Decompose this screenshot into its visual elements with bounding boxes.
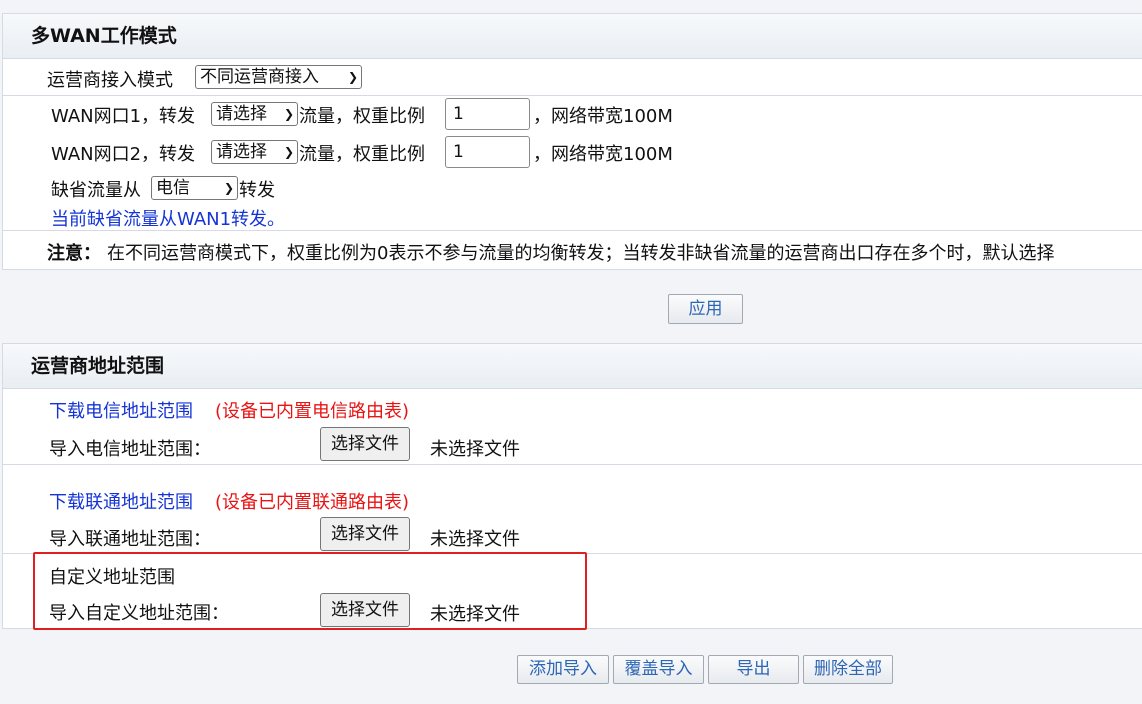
chevron-down-icon: ❯ [283,107,294,121]
wan1-mid: 流量，权重比例 [299,106,425,127]
note-label: 注意： [47,243,101,264]
overwrite-import-button[interactable]: 覆盖导入 [613,655,704,684]
add-import-button[interactable]: 添加导入 [517,655,609,684]
access-mode-select[interactable]: 不同运营商接入 ❯ [195,65,362,89]
wan1-suffix: ，网络带宽100M [533,106,673,127]
wan2-prefix: WAN网口2，转发 [51,144,196,165]
delete-all-button[interactable]: 删除全部 [803,655,893,684]
highlight-frame [33,552,587,630]
unicom-no-file-text: 未选择文件 [430,529,520,550]
wan-mode-panel: 多WAN工作模式 运营商接入模式 不同运营商接入 ❯ WAN网口1，转发 请选择… [2,13,1142,270]
telecom-choose-file-button[interactable]: 选择文件 [320,427,410,461]
wan1-traffic-value: 请选择 [216,104,267,124]
access-mode-label: 运营商接入模式 [47,70,173,91]
wan2-traffic-value: 请选择 [216,142,267,162]
divider [3,230,1142,231]
default-prefix: 缺省流量从 [51,180,141,201]
isp-range-title: 运营商地址范围 [3,344,1142,389]
wan1-prefix: WAN网口1，转发 [51,106,196,127]
divider [3,464,1142,465]
unicom-import-label: 导入联通地址范围： [49,529,211,550]
access-mode-row: 运营商接入模式 不同运营商接入 ❯ [3,59,1142,96]
wan1-weight-input[interactable]: 1 [445,98,530,130]
access-mode-value: 不同运营商接入 [200,67,319,87]
wan-mode-title: 多WAN工作模式 [3,14,1142,59]
apply-button[interactable]: 应用 [668,294,743,324]
unicom-builtin-note: (设备已内置联通路由表) [215,492,410,513]
divider [3,95,1142,96]
telecom-builtin-note: (设备已内置电信路由表) [215,401,410,422]
chevron-down-icon: ❯ [347,70,358,84]
chevron-down-icon: ❯ [283,145,294,159]
telecom-download-link[interactable]: 下载电信地址范围 [49,397,193,423]
default-isp-select[interactable]: 电信 ❯ [151,176,238,200]
wan1-traffic-select[interactable]: 请选择 ❯ [211,102,298,126]
wan2-weight-input[interactable]: 1 [445,136,530,168]
default-suffix: 转发 [239,180,275,201]
telecom-import-label: 导入电信地址范围： [49,439,211,460]
wan2-mid: 流量，权重比例 [299,144,425,165]
wan2-traffic-select[interactable]: 请选择 ❯ [211,140,298,164]
unicom-download-link[interactable]: 下载联通地址范围 [49,488,193,514]
wan2-suffix: ，网络带宽100M [533,144,673,165]
default-isp-value: 电信 [156,178,190,198]
export-button[interactable]: 导出 [708,655,799,684]
unicom-choose-file-button[interactable]: 选择文件 [320,517,410,551]
note-text: 在不同运营商模式下，权重比例为0表示不参与流量的均衡转发；当转发非缺省流量的运营… [107,243,1055,264]
current-default-text: 当前缺省流量从WAN1转发。 [51,209,286,230]
chevron-down-icon: ❯ [223,181,234,195]
telecom-no-file-text: 未选择文件 [430,439,520,460]
